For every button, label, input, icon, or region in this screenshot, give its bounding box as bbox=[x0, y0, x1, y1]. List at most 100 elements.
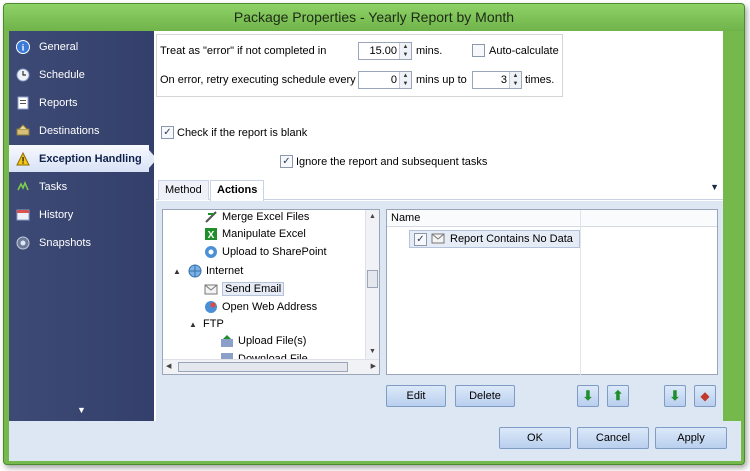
snapshots-icon bbox=[15, 235, 31, 251]
spinner-arrows-icon[interactable]: ▲ ▼ bbox=[509, 72, 521, 88]
tree-item-label: Internet bbox=[206, 264, 244, 277]
tree-item-label: FTP bbox=[203, 317, 224, 330]
delete-button[interactable]: Delete bbox=[455, 385, 515, 407]
destinations-icon bbox=[15, 123, 31, 139]
tab-menu-chevron-icon[interactable]: ▼ bbox=[710, 182, 719, 192]
tab-label: Actions bbox=[217, 184, 258, 196]
svg-text:X: X bbox=[208, 230, 215, 241]
delete-button-label: Delete bbox=[469, 390, 501, 402]
tree-item-internet[interactable]: Internet bbox=[187, 262, 243, 279]
error-timeout-spinner[interactable]: 15.00 ▲ ▼ bbox=[358, 42, 412, 60]
main-content: Treat as "error" if not completed in 15.… bbox=[154, 31, 723, 421]
history-icon bbox=[15, 207, 31, 223]
spinner-arrows-icon[interactable]: ▲ ▼ bbox=[399, 43, 411, 59]
sidebar-item-reports[interactable]: Reports bbox=[9, 89, 154, 116]
title-bar[interactable]: Package Properties - Yearly Report by Mo… bbox=[4, 4, 744, 31]
sidebar-item-label: Exception Handling bbox=[39, 152, 142, 165]
sidebar-item-general[interactable]: i General bbox=[9, 33, 154, 60]
window-title: Package Properties - Yearly Report by Mo… bbox=[233, 9, 515, 25]
check-blank-checkbox[interactable]: ✓ bbox=[161, 126, 174, 139]
scroll-down-icon[interactable]: ▼ bbox=[369, 348, 376, 355]
sidebar-item-label: General bbox=[39, 40, 79, 53]
sidebar-item-label: Snapshots bbox=[39, 236, 91, 249]
ok-button[interactable]: OK bbox=[499, 427, 571, 449]
tab-method[interactable]: Method bbox=[158, 180, 209, 200]
export-button[interactable]: ◆ bbox=[694, 385, 716, 407]
list-item-label: Report Contains No Data bbox=[450, 233, 573, 245]
tree-item-merge-excel[interactable]: Merge Excel Files bbox=[203, 210, 310, 225]
apply-button[interactable]: Apply bbox=[655, 427, 727, 449]
sidebar-item-label: History bbox=[39, 208, 74, 221]
email-icon bbox=[203, 281, 219, 297]
action-tree[interactable]: Merge Excel Files X Manipulate Excel Upl… bbox=[162, 209, 380, 375]
scroll-left-icon[interactable]: ◀ bbox=[166, 362, 171, 370]
expander-icon[interactable]: ▲ bbox=[173, 267, 181, 276]
spinner-arrows-icon[interactable]: ▲ ▼ bbox=[399, 72, 411, 88]
scroll-thumb[interactable] bbox=[367, 270, 378, 288]
sidebar-item-label: Tasks bbox=[39, 180, 68, 193]
action-list[interactable]: Name ✓ Report Contains No Data bbox=[386, 209, 718, 376]
error-timeout-value: 15.00 bbox=[369, 45, 397, 57]
scroll-up-icon[interactable]: ▲ bbox=[369, 213, 376, 220]
tree-horizontal-scrollbar[interactable]: ◀ ▶ bbox=[163, 359, 379, 374]
retry-times-value: 3 bbox=[500, 74, 507, 86]
sidebar-item-tasks[interactable]: Tasks bbox=[9, 173, 154, 200]
tree-vertical-scrollbar[interactable]: ▲ ▼ bbox=[365, 210, 379, 360]
auto-calculate-checkbox[interactable] bbox=[472, 44, 485, 57]
import-icon: ⬇ bbox=[669, 388, 681, 403]
tab-actions[interactable]: Actions bbox=[210, 180, 265, 201]
sharepoint-icon bbox=[203, 244, 219, 260]
info-icon: i bbox=[15, 39, 31, 55]
mins-up-to-label: mins up to bbox=[416, 74, 467, 86]
times-label: times. bbox=[525, 74, 555, 86]
sidebar-item-label: Destinations bbox=[39, 124, 100, 137]
edit-button[interactable]: Edit bbox=[386, 385, 446, 407]
sidebar-item-snapshots[interactable]: Snapshots bbox=[9, 229, 154, 256]
mins-label: mins. bbox=[416, 45, 443, 57]
check-blank-label: Check if the report is blank bbox=[177, 127, 308, 139]
move-up-button[interactable]: ⬆ bbox=[607, 385, 629, 407]
dialog-window: Package Properties - Yearly Report by Mo… bbox=[3, 3, 745, 465]
scroll-thumb[interactable] bbox=[178, 362, 348, 372]
tree-item-open-web-address[interactable]: Open Web Address bbox=[203, 298, 317, 315]
cancel-button[interactable]: Cancel bbox=[577, 427, 649, 449]
list-item[interactable]: ✓ Report Contains No Data bbox=[409, 230, 580, 248]
ignore-report-checkbox[interactable]: ✓ bbox=[280, 155, 293, 168]
tree-item-send-email[interactable]: Send Email bbox=[203, 280, 285, 297]
tree-item-label: Merge Excel Files bbox=[222, 210, 310, 223]
globe-icon bbox=[187, 263, 203, 279]
tree-item-label: Open Web Address bbox=[222, 300, 318, 313]
tab-strip: Method Actions ▼ bbox=[156, 178, 723, 201]
retry-interval-spinner[interactable]: 0 ▲ ▼ bbox=[358, 71, 412, 89]
retry-times-spinner[interactable]: 3 ▲ ▼ bbox=[472, 71, 522, 89]
sidebar-item-label: Schedule bbox=[39, 68, 85, 81]
tree-item-label: Upload File(s) bbox=[238, 334, 307, 347]
tree-item-manipulate-excel[interactable]: X Manipulate Excel bbox=[203, 225, 306, 242]
scroll-right-icon[interactable]: ▶ bbox=[371, 362, 376, 370]
actions-panel: Merge Excel Files X Manipulate Excel Upl… bbox=[156, 201, 723, 421]
tree-item-ftp[interactable]: FTP bbox=[203, 315, 224, 332]
sidebar-item-label: Reports bbox=[39, 96, 78, 109]
move-down-button[interactable]: ⬇ bbox=[577, 385, 599, 407]
tree-item-upload-files[interactable]: Upload File(s) bbox=[219, 332, 306, 349]
sidebar-scroll-down-icon[interactable]: ▼ bbox=[77, 405, 86, 415]
sidebar-item-history[interactable]: History bbox=[9, 201, 154, 228]
column-header-name[interactable]: Name bbox=[391, 212, 420, 224]
merge-excel-icon bbox=[203, 210, 219, 225]
web-icon bbox=[203, 299, 219, 315]
export-icon: ◆ bbox=[700, 389, 710, 403]
list-item-checkbox[interactable]: ✓ bbox=[414, 232, 427, 246]
sidebar: i General Schedule Reports Destinations bbox=[9, 31, 157, 421]
auto-calculate-label: Auto-calculate bbox=[489, 45, 559, 57]
import-button[interactable]: ⬇ bbox=[664, 385, 686, 407]
sidebar-item-exception-handling[interactable]: Exception Handling bbox=[9, 145, 157, 172]
arrow-up-icon: ⬆ bbox=[612, 388, 624, 403]
warning-icon bbox=[15, 151, 31, 167]
ok-button-label: OK bbox=[527, 432, 543, 444]
sidebar-item-destinations[interactable]: Destinations bbox=[9, 117, 154, 144]
tree-item-label: Upload to SharePoint bbox=[222, 245, 327, 258]
list-header: Name bbox=[387, 210, 717, 376]
expander-icon[interactable]: ▲ bbox=[189, 320, 197, 329]
tree-item-upload-sharepoint[interactable]: Upload to SharePoint bbox=[203, 243, 327, 260]
sidebar-item-schedule[interactable]: Schedule bbox=[9, 61, 154, 88]
